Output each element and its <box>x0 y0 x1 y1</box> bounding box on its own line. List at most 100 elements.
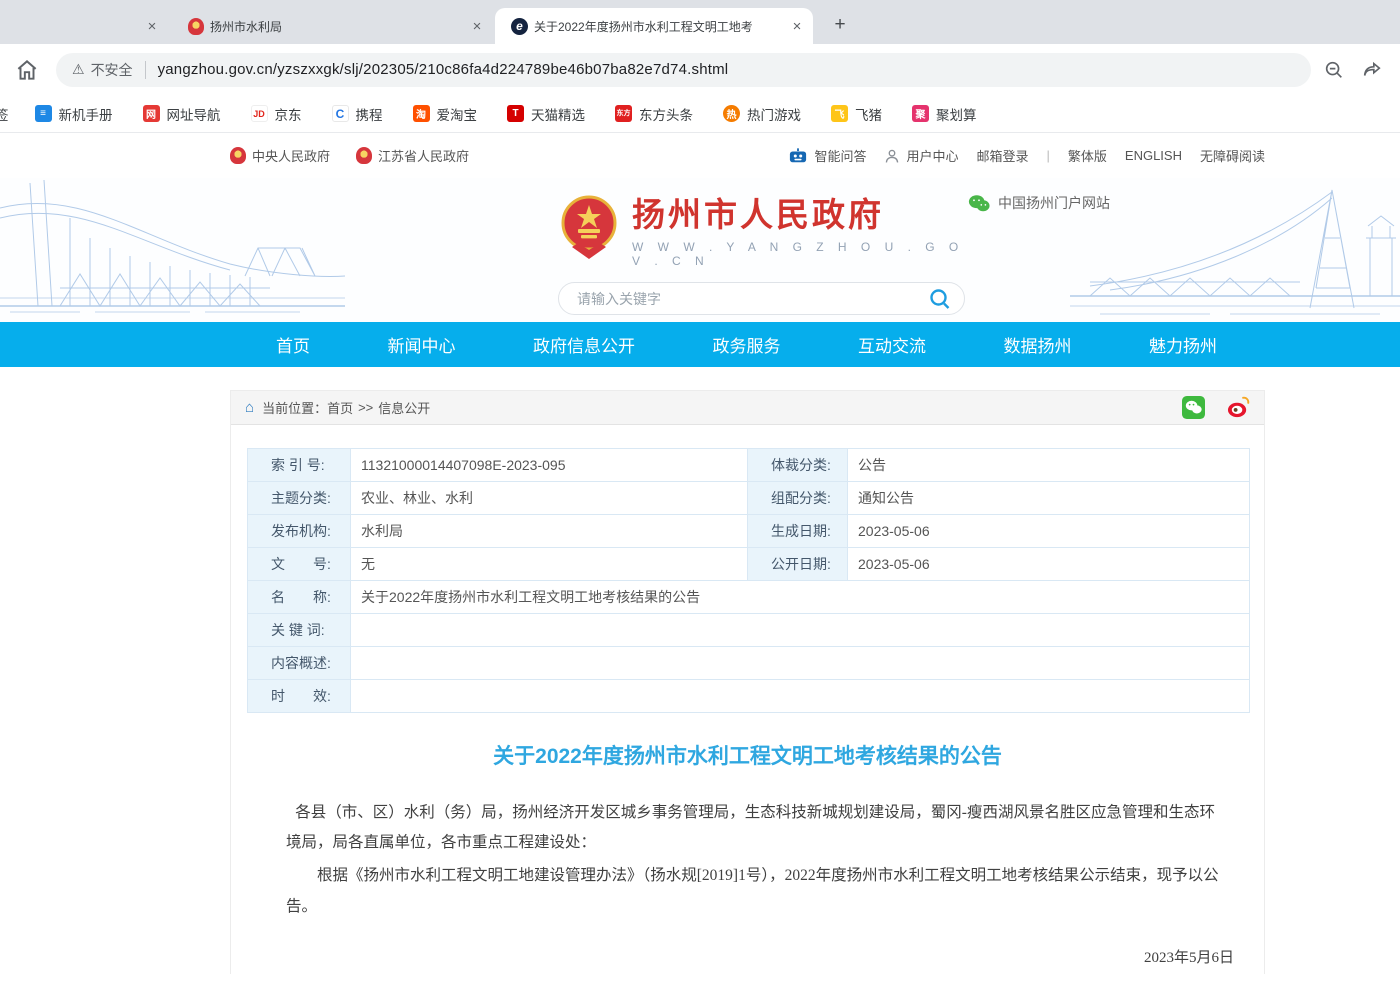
meta-value-summary <box>351 647 1250 680</box>
nav-data[interactable]: 数据扬州 <box>1004 332 1072 357</box>
tab-active-announcement[interactable]: e 关于2022年度扬州市水利工程文明工地考 × <box>495 8 813 44</box>
bookmark-label: 机书签 <box>0 104 9 124</box>
security-status[interactable]: ⚠ 不安全 <box>72 60 133 80</box>
bookmark-label: 京东 <box>275 104 302 124</box>
link-jiangsu-gov[interactable]: 江苏省人民政府 <box>356 146 469 165</box>
table-row: 发布机构: 水利局 生成日期: 2023-05-06 <box>248 515 1250 548</box>
meta-label: 组配分类: <box>748 482 848 515</box>
article-title: 关于2022年度扬州市水利工程文明工地考核结果的公告 <box>231 740 1264 770</box>
bookmark-item[interactable]: T 天猫精选 <box>507 104 585 124</box>
nav-interaction[interactable]: 互动交流 <box>858 332 926 357</box>
meta-value-created-date: 2023-05-06 <box>848 515 1250 548</box>
meta-label: 时 效: <box>248 680 351 713</box>
bookmark-item[interactable]: 热 热门游戏 <box>723 104 801 124</box>
site-search[interactable] <box>558 282 965 315</box>
tab-close-icon[interactable]: × <box>787 16 807 36</box>
games-icon: 热 <box>723 105 740 122</box>
bookmark-label: 爱淘宝 <box>437 104 478 124</box>
banner-illustration-left <box>0 178 345 322</box>
national-emblem-icon <box>558 195 620 261</box>
divider: | <box>1047 148 1050 163</box>
bookmark-label: 网址导航 <box>167 104 221 124</box>
mail-login-label: 邮箱登录 <box>976 146 1028 165</box>
bookmarks-bar: 机书签 ≡ 新机手册 网 网址导航 JD 京东 C 携程 淘 爱淘宝 T 天猫精… <box>0 95 1400 133</box>
gov-emblem-icon <box>356 147 372 164</box>
search-icon[interactable] <box>928 287 952 311</box>
manual-icon: ≡ <box>35 105 52 122</box>
user-icon <box>884 148 900 164</box>
document-meta-table: 索 引 号: 11321000014407098E-2023-095 体裁分类:… <box>247 448 1250 713</box>
nav-services[interactable]: 政务服务 <box>713 332 781 357</box>
warning-icon: ⚠ <box>72 61 85 78</box>
url-text[interactable]: yangzhou.gov.cn/yzszxxgk/slj/202305/210c… <box>158 61 729 78</box>
tab-title: 关于2022年度扬州市水利工程文明工地考 <box>534 18 781 35</box>
bookmark-item[interactable]: 聚 聚划算 <box>912 104 977 124</box>
article-body: 各县（市、区）水利（务）局，扬州经济开发区城乡事务管理局，生态科技新城规划建设局… <box>231 798 1264 922</box>
gov-link-label: 江苏省人民政府 <box>378 146 469 165</box>
smart-qa-link[interactable]: 智能问答 <box>788 146 866 165</box>
site-name: 扬州市人民政府 <box>632 188 968 236</box>
bookmark-item[interactable]: JD 京东 <box>251 104 302 124</box>
article-paragraph: 根据《扬州市水利工程文明工地建设管理办法》（扬水规[2019]1号），2022年… <box>286 861 1230 921</box>
bookmark-item[interactable]: C 携程 <box>332 104 383 124</box>
tab-water-bureau[interactable]: 扬州市水利局 × <box>170 8 495 44</box>
nav-home[interactable]: 首页 <box>276 332 310 357</box>
nav-charm[interactable]: 魅力扬州 <box>1149 332 1217 357</box>
breadcrumb-current-link[interactable]: 信息公开 <box>378 398 430 417</box>
breadcrumb: ⌂ 当前位置： 首页 >> 信息公开 <box>231 391 1264 425</box>
bookmark-item[interactable]: 网 网址导航 <box>143 104 221 124</box>
user-center-link[interactable]: 用户中心 <box>884 146 958 165</box>
meta-label: 关 键 词: <box>248 614 351 647</box>
search-input[interactable] <box>577 291 928 307</box>
portal-badge[interactable]: 中国扬州门户网站 <box>968 193 1110 213</box>
meta-value-agency: 水利局 <box>351 515 748 548</box>
english-label: ENGLISH <box>1125 148 1182 163</box>
bookmark-label: 天猫精选 <box>531 104 585 124</box>
table-row: 内容概述: <box>248 647 1250 680</box>
mail-login-link[interactable]: 邮箱登录 <box>976 146 1028 165</box>
meta-label: 公开日期: <box>748 548 848 581</box>
home-icon[interactable] <box>14 57 40 83</box>
zoom-out-icon[interactable] <box>1323 59 1345 81</box>
weibo-share-icon[interactable] <box>1227 396 1250 419</box>
link-central-gov[interactable]: 中央人民政府 <box>230 146 330 165</box>
bookmark-item[interactable]: 淘 爱淘宝 <box>413 104 478 124</box>
address-bar[interactable]: ⚠ 不安全 yangzhou.gov.cn/yzszxxgk/slj/20230… <box>56 53 1311 87</box>
tab-close-icon[interactable]: × <box>467 16 487 36</box>
bookmark-label: 新机手册 <box>59 104 113 124</box>
new-tab-button[interactable]: + <box>827 12 853 38</box>
tab-close-icon[interactable]: × <box>142 16 162 36</box>
bookmark-label: 热门游戏 <box>747 104 801 124</box>
breadcrumb-separator: >> <box>358 400 373 415</box>
site-logo[interactable]: 扬州市人民政府 W W W . Y A N G Z H O U . G O V … <box>558 188 968 268</box>
accessibility-label: 无障碍阅读 <box>1200 146 1265 165</box>
content-card: ⌂ 当前位置： 首页 >> 信息公开 索 引 号: 11321000014407… <box>230 390 1265 974</box>
english-version-link[interactable]: ENGLISH <box>1125 148 1182 163</box>
wechat-share-icon[interactable] <box>1182 396 1205 419</box>
breadcrumb-home-link[interactable]: 首页 <box>327 398 353 417</box>
nav-info-disclosure[interactable]: 政府信息公开 <box>533 332 635 357</box>
table-row: 文 号: 无 公开日期: 2023-05-06 <box>248 548 1250 581</box>
traditional-label: 繁体版 <box>1068 146 1107 165</box>
nav-news[interactable]: 新闻中心 <box>388 332 456 357</box>
bookmark-item[interactable]: 东方 东方头条 <box>615 104 693 124</box>
meta-value-genre: 公告 <box>848 449 1250 482</box>
meta-label: 主题分类: <box>248 482 351 515</box>
taobao-icon: 淘 <box>413 105 430 122</box>
meta-value-publish-date: 2023-05-06 <box>848 548 1250 581</box>
bookmark-item[interactable]: 机书签 <box>0 104 9 124</box>
security-label: 不安全 <box>91 60 133 80</box>
share-icon[interactable] <box>1361 59 1383 81</box>
accessibility-link[interactable]: 无障碍阅读 <box>1200 146 1265 165</box>
meta-value-title: 关于2022年度扬州市水利工程文明工地考核结果的公告 <box>351 581 1250 614</box>
traditional-version-link[interactable]: 繁体版 <box>1068 146 1107 165</box>
table-row: 主题分类: 农业、林业、水利 组配分类: 通知公告 <box>248 482 1250 515</box>
table-row: 时 效: <box>248 680 1250 713</box>
meta-label: 文 号: <box>248 548 351 581</box>
bookmark-item[interactable]: 飞 飞猪 <box>831 104 882 124</box>
tab-partial[interactable]: × <box>0 8 170 44</box>
fliggy-icon: 飞 <box>831 105 848 122</box>
bookmark-label: 东方头条 <box>639 104 693 124</box>
user-center-label: 用户中心 <box>906 146 958 165</box>
bookmark-item[interactable]: ≡ 新机手册 <box>35 104 113 124</box>
